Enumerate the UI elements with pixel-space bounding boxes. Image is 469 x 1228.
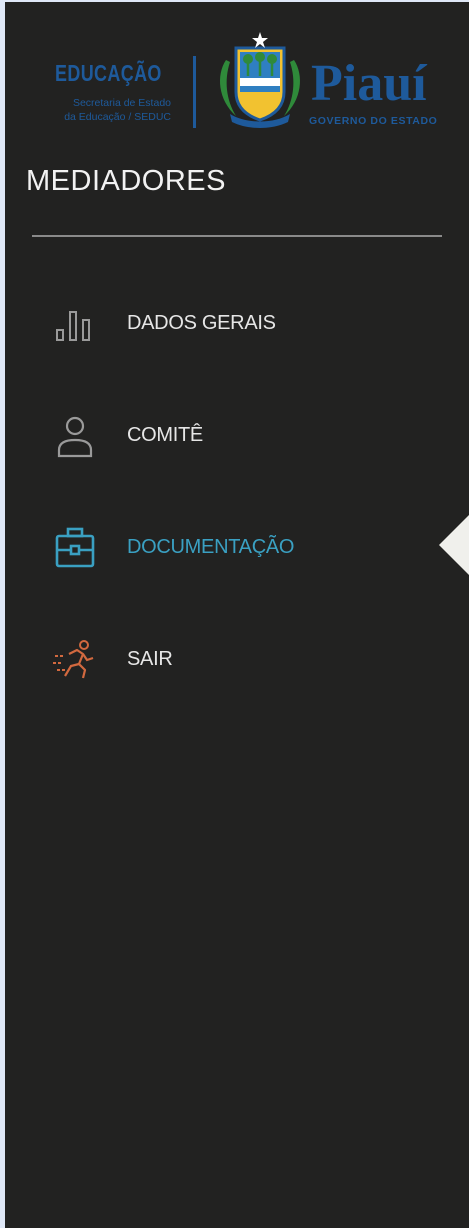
sidebar-item-comite[interactable]: COMITÊ (5, 412, 445, 472)
edu-logo-title: EDUCAÇÃO (55, 60, 162, 86)
briefcase-icon (51, 524, 99, 572)
logo-divider (193, 56, 196, 128)
brand-title: Piauí (311, 55, 427, 112)
sidebar-item-label: DADOS GERAIS (127, 312, 276, 334)
edu-logo-subtitle-1: Secretaria de Estado (72, 97, 171, 109)
sidebar-title: MEDIADORES (26, 165, 226, 197)
sidebar: EDUCAÇÃO Secretaria de Estado da Educaçã… (5, 2, 469, 1228)
state-crest-icon (220, 32, 300, 128)
edu-logo-subtitle-2: da Educação / SEDUC (64, 111, 171, 123)
user-icon (51, 412, 99, 460)
brand-subtitle: GOVERNO DO ESTADO (309, 115, 438, 127)
sidebar-item-documentacao[interactable]: DOCUMENTAÇÃO (5, 524, 445, 584)
bar-chart-icon (51, 300, 99, 348)
title-divider (32, 235, 442, 237)
sidebar-item-sair[interactable]: SAIR (5, 636, 445, 696)
sidebar-item-label: DOCUMENTAÇÃO (127, 536, 295, 558)
active-item-indicator (439, 515, 469, 575)
sidebar-item-label: COMITÊ (127, 424, 203, 446)
sidebar-item-dados-gerais[interactable]: DADOS GERAIS (5, 300, 445, 360)
running-person-icon (51, 636, 99, 684)
sidebar-item-label: SAIR (127, 648, 173, 670)
